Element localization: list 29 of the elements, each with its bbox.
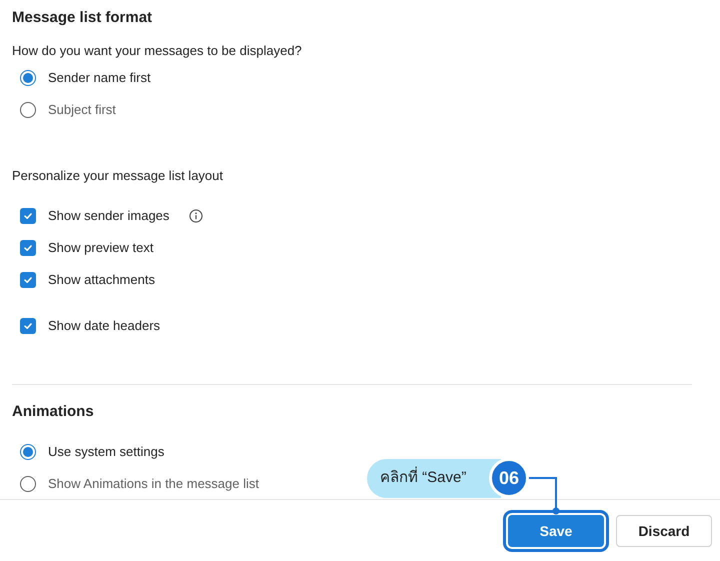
check-icon [23, 321, 33, 331]
question-text: How do you want your messages to be displayed? [12, 42, 303, 60]
check-icon [23, 243, 33, 253]
section-subheading: Personalize your message list layout [12, 167, 224, 185]
radio-label: Use system settings [48, 443, 164, 462]
radio-button[interactable] [20, 444, 36, 460]
radio-label: Sender name first [48, 69, 151, 88]
radio-button[interactable] [20, 102, 36, 118]
section-heading: Animations [12, 402, 95, 422]
callout-bubble: คลิกที่ “Save” [367, 458, 501, 498]
checkbox[interactable] [20, 208, 36, 224]
info-icon[interactable] [189, 209, 204, 223]
checkbox-label: Show sender images [48, 207, 170, 226]
checkbox[interactable] [20, 272, 36, 288]
section-heading: Message list format [12, 8, 154, 28]
radio-label: Show Animations in the message list [48, 475, 259, 494]
checkbox-label: Show date headers [48, 317, 160, 336]
radio-button[interactable] [20, 70, 36, 86]
leader-line [529, 476, 560, 516]
check-icon [23, 211, 33, 221]
radio-button[interactable] [20, 476, 36, 492]
checkbox[interactable] [20, 318, 36, 334]
checkbox[interactable] [20, 240, 36, 256]
check-icon [23, 275, 33, 285]
checkbox-label: Show attachments [48, 271, 155, 290]
discard-button[interactable]: Discard [616, 515, 712, 547]
radio-label: Subject first [48, 101, 116, 120]
checkbox-label: Show preview text [48, 239, 154, 258]
step-badge: 06 [489, 458, 529, 498]
